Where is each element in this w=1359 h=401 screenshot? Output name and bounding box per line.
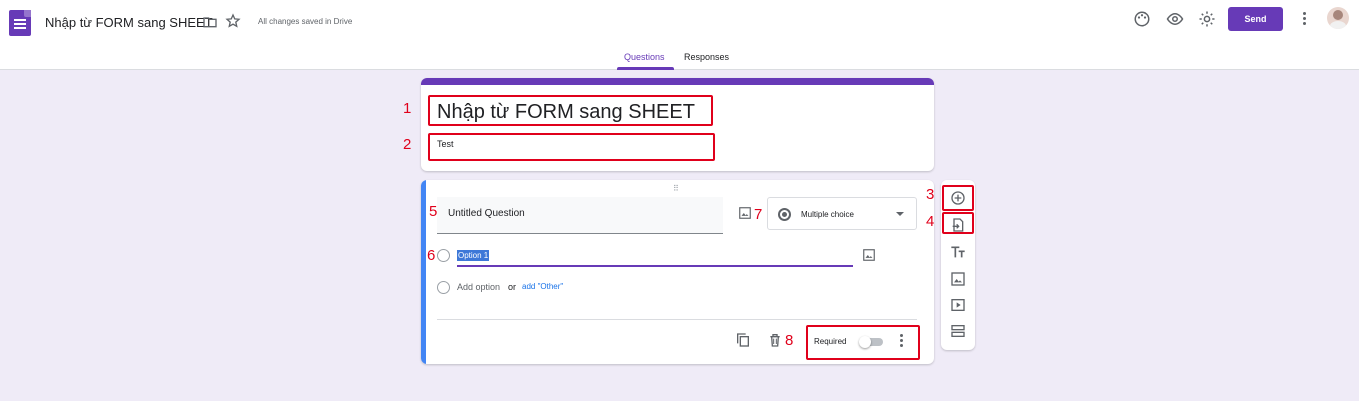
option-input[interactable]: Option 1 (457, 250, 490, 261)
highlight-box-description (428, 133, 715, 161)
highlight-box-import (942, 212, 974, 234)
delete-icon[interactable] (767, 332, 783, 348)
active-tab-indicator (617, 67, 674, 70)
option-image-icon[interactable] (862, 248, 876, 262)
tab-responses[interactable]: Responses (684, 52, 729, 62)
add-section-icon[interactable] (950, 323, 966, 339)
document-title[interactable]: Nhập từ FORM sang SHEET (45, 15, 213, 30)
highlight-box-form-title (428, 95, 713, 126)
send-button[interactable]: Send (1228, 7, 1283, 31)
folder-icon[interactable] (202, 14, 218, 30)
duplicate-icon[interactable] (735, 332, 751, 348)
image-icon[interactable] (738, 206, 752, 220)
annotation-number: 3 (926, 186, 935, 203)
annotation-number: 8 (785, 332, 794, 349)
star-icon[interactable] (225, 13, 241, 29)
question-type-dropdown[interactable]: Multiple choice (767, 197, 917, 230)
save-status: All changes saved in Drive (258, 17, 353, 26)
annotation-number: 2 (403, 136, 412, 153)
add-other-link[interactable]: add "Other" (522, 282, 563, 291)
or-label: or (508, 282, 517, 292)
forms-logo-icon[interactable] (9, 10, 31, 36)
question-title: Untitled Question (448, 208, 525, 219)
highlight-box-required (806, 325, 920, 360)
top-bar: Nhập từ FORM sang SHEET All changes save… (0, 0, 1359, 70)
eye-icon[interactable] (1166, 10, 1184, 28)
chevron-down-icon (896, 212, 904, 216)
option-input-underline (457, 265, 853, 267)
annotation-number: 1 (403, 100, 412, 117)
annotation-number: 4 (926, 213, 935, 230)
header-accent-band (421, 78, 934, 85)
active-card-indicator (421, 180, 426, 364)
palette-icon[interactable] (1133, 10, 1151, 28)
drag-handle-icon[interactable]: ⠿ (673, 184, 680, 193)
card-footer-divider (437, 319, 917, 320)
add-option-radio-icon (437, 281, 450, 294)
question-type-label: Multiple choice (801, 210, 854, 219)
add-image-icon[interactable] (950, 271, 966, 287)
question-title-field[interactable]: Untitled Question (437, 197, 723, 234)
annotation-number: 6 (427, 247, 436, 264)
annotation-number: 7 (754, 206, 763, 223)
more-vert-icon[interactable] (1302, 12, 1306, 26)
gear-icon[interactable] (1198, 10, 1216, 28)
add-title-icon[interactable] (950, 244, 966, 260)
add-video-icon[interactable] (950, 297, 966, 313)
avatar[interactable] (1327, 7, 1349, 29)
option-radio-icon (437, 249, 450, 262)
add-option-link[interactable]: Add option (457, 282, 500, 292)
tab-questions[interactable]: Questions (624, 52, 665, 62)
highlight-box-add-question (942, 185, 974, 211)
radio-button-icon (778, 208, 791, 221)
annotation-number: 5 (429, 203, 438, 220)
